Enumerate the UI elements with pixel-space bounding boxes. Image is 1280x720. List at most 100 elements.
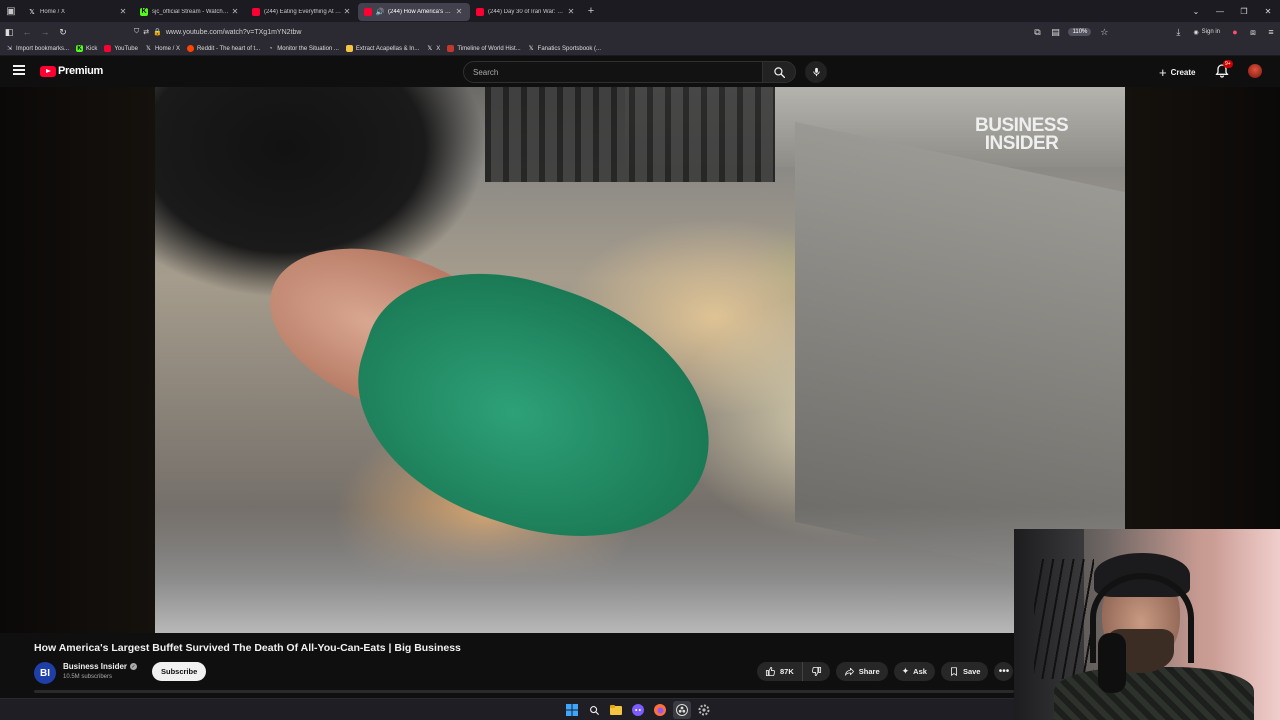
x-logo-icon: 𝕏 xyxy=(29,8,35,16)
search-icon xyxy=(773,66,785,78)
tab-title: Home / X xyxy=(40,8,66,15)
bookmark-item[interactable]: Timeline of World Hist... xyxy=(447,45,521,52)
extension-icon[interactable]: ● xyxy=(1226,23,1244,41)
youtube-play-icon xyxy=(40,65,56,77)
save-button[interactable]: Save xyxy=(940,662,989,681)
kick-icon: K xyxy=(76,45,84,52)
sign-in-button[interactable]: ◉ Sign in xyxy=(1193,29,1220,36)
file-explorer-icon[interactable] xyxy=(607,701,625,719)
sign-in-label: Sign in xyxy=(1201,29,1220,35)
permissions-icon[interactable]: ⇄ xyxy=(143,28,149,36)
bookmark-item[interactable]: Reddit - The heart of t... xyxy=(186,45,260,52)
picture-in-picture-icon[interactable]: ⧉ xyxy=(1028,23,1046,41)
youtube-icon xyxy=(252,7,260,16)
reader-view-icon[interactable]: ▤ xyxy=(1046,23,1064,41)
video-ambient-left xyxy=(0,87,155,633)
browser-tab[interactable]: K sjc_official Stream - Watch Live ✕ xyxy=(134,3,246,21)
video-actions: 87K Share ✦ Ask Save ••• xyxy=(757,662,1014,681)
video-title: How America's Largest Buffet Survived Th… xyxy=(34,642,461,654)
search-button[interactable] xyxy=(762,61,796,83)
downloads-icon[interactable]: ⤓ xyxy=(1169,23,1187,41)
browser-tab[interactable]: (244) Day 30 of Iran War: What ✕ xyxy=(470,3,582,21)
notification-badge: 9+ xyxy=(1223,60,1233,68)
bookmark-item[interactable]: ⇲ Import bookmarks... xyxy=(6,45,69,53)
browser-tab-active[interactable]: 🔊 (244) How America's Large ✕ xyxy=(358,2,470,21)
share-button[interactable]: Share xyxy=(835,662,888,681)
search-icon[interactable] xyxy=(585,701,603,719)
speaker-icon[interactable]: 🔊 xyxy=(376,8,385,16)
tab-close-icon[interactable]: ✕ xyxy=(454,7,464,16)
tab-title: (244) Eating Everything At Ame xyxy=(264,8,342,15)
channel-name[interactable]: Business Insider xyxy=(63,662,127,671)
bookmark-item[interactable]: 𝕏X xyxy=(426,45,440,53)
browser-tab-strip: ▣ 𝕏 Home / X ✕ K sjc_official Stream - W… xyxy=(0,0,1280,22)
windows-start-icon[interactable] xyxy=(563,701,581,719)
youtube-logo[interactable]: Premium xyxy=(40,65,103,77)
create-label: Create xyxy=(1170,67,1196,77)
x-logo-icon: 𝕏 xyxy=(146,46,151,52)
list-tabs-icon[interactable]: ⌄ xyxy=(1184,7,1208,16)
bookmark-label: Kick xyxy=(86,45,98,52)
search-box xyxy=(463,61,763,83)
like-button[interactable]: 87K xyxy=(757,662,803,681)
bookmark-star-icon[interactable]: ☆ xyxy=(1095,23,1113,41)
address-bar[interactable]: ⛉ ⇄ 🔒 www.youtube.com/watch?v=TXg1mYN2tb… xyxy=(134,24,1034,40)
shield-icon[interactable]: ⛉ xyxy=(134,28,139,36)
channel-name-row[interactable]: Business Insider ✓ xyxy=(63,662,138,671)
business-insider-watermark: BUSINESS INSIDER xyxy=(975,116,1069,153)
bookmark-item[interactable]: 𝕏 Home / X xyxy=(145,45,180,53)
subscribe-button[interactable]: Subscribe xyxy=(152,662,207,681)
channel-avatar[interactable]: BI xyxy=(34,662,56,684)
bookmark-label: Home / X xyxy=(154,45,180,52)
settings-icon[interactable] xyxy=(695,701,713,719)
timeline-icon xyxy=(447,45,455,52)
page-scroll-track[interactable] xyxy=(34,690,1014,693)
sidebar-toggle-icon[interactable]: ◧ xyxy=(0,23,18,41)
url-text: www.youtube.com/watch?v=TXg1mYN2tbw xyxy=(165,28,302,36)
guide-menu-icon[interactable] xyxy=(13,65,25,75)
tab-close-icon[interactable]: ✕ xyxy=(118,7,128,16)
account-avatar[interactable] xyxy=(1248,64,1262,78)
webcam-overlay xyxy=(1014,529,1280,720)
close-window-icon[interactable]: ✕ xyxy=(1256,7,1280,16)
forward-icon[interactable]: → xyxy=(36,23,54,41)
reddit-icon xyxy=(186,45,194,52)
browser-tab[interactable]: (244) Eating Everything At Ame ✕ xyxy=(246,3,358,21)
lock-icon[interactable]: 🔒 xyxy=(153,28,162,36)
back-icon[interactable]: ← xyxy=(18,23,36,41)
youtube-icon xyxy=(364,7,372,16)
video-player[interactable]: BUSINESS INSIDER xyxy=(155,87,1125,633)
voice-search-button[interactable] xyxy=(805,61,827,83)
bookmark-item[interactable]: 𝕏 Fanatics Sportsbook (... xyxy=(528,45,601,53)
zoom-level[interactable]: 110% xyxy=(1068,28,1092,36)
tab-close-icon[interactable]: ✕ xyxy=(342,7,352,16)
menu-icon[interactable]: ≡ xyxy=(1262,23,1280,41)
share-arrow-icon xyxy=(844,667,854,676)
reload-icon[interactable]: ↻ xyxy=(54,23,72,41)
minimize-icon[interactable]: — xyxy=(1208,7,1232,16)
youtube-masthead: Premium + Create 9+ xyxy=(0,56,1280,87)
search-input[interactable] xyxy=(464,62,763,83)
tab-close-icon[interactable]: ✕ xyxy=(566,7,576,16)
browser-tab[interactable]: 𝕏 Home / X ✕ xyxy=(22,3,134,21)
tab-overview-icon[interactable]: ▣ xyxy=(0,0,22,22)
extensions-puzzle-icon[interactable]: ⧈ xyxy=(1244,23,1262,41)
obs-icon[interactable] xyxy=(673,701,691,719)
create-button[interactable]: + Create xyxy=(1153,63,1202,81)
video-info-section: How America's Largest Buffet Survived Th… xyxy=(0,633,1014,700)
ask-button[interactable]: ✦ Ask xyxy=(893,662,935,681)
restore-icon[interactable]: ❐ xyxy=(1232,7,1256,16)
dislike-button[interactable] xyxy=(803,662,830,681)
subscriber-count: 10.5M subscribers xyxy=(63,674,113,680)
bookmark-item[interactable]: K Kick xyxy=(76,45,97,52)
bookmark-item[interactable]: Extract Acapellas & In... xyxy=(345,45,419,52)
bookmark-item[interactable]: ◔ Monitor the Situation ... xyxy=(267,45,339,52)
logo-text: Premium xyxy=(58,65,103,77)
firefox-icon[interactable] xyxy=(651,701,669,719)
more-actions-icon[interactable]: ••• xyxy=(994,662,1014,681)
tab-close-icon[interactable]: ✕ xyxy=(230,7,240,16)
discord-icon[interactable] xyxy=(629,701,647,719)
bookmark-item[interactable]: YouTube xyxy=(104,45,138,52)
webcam-microphone xyxy=(1098,633,1126,693)
new-tab-button[interactable]: + xyxy=(582,5,600,17)
